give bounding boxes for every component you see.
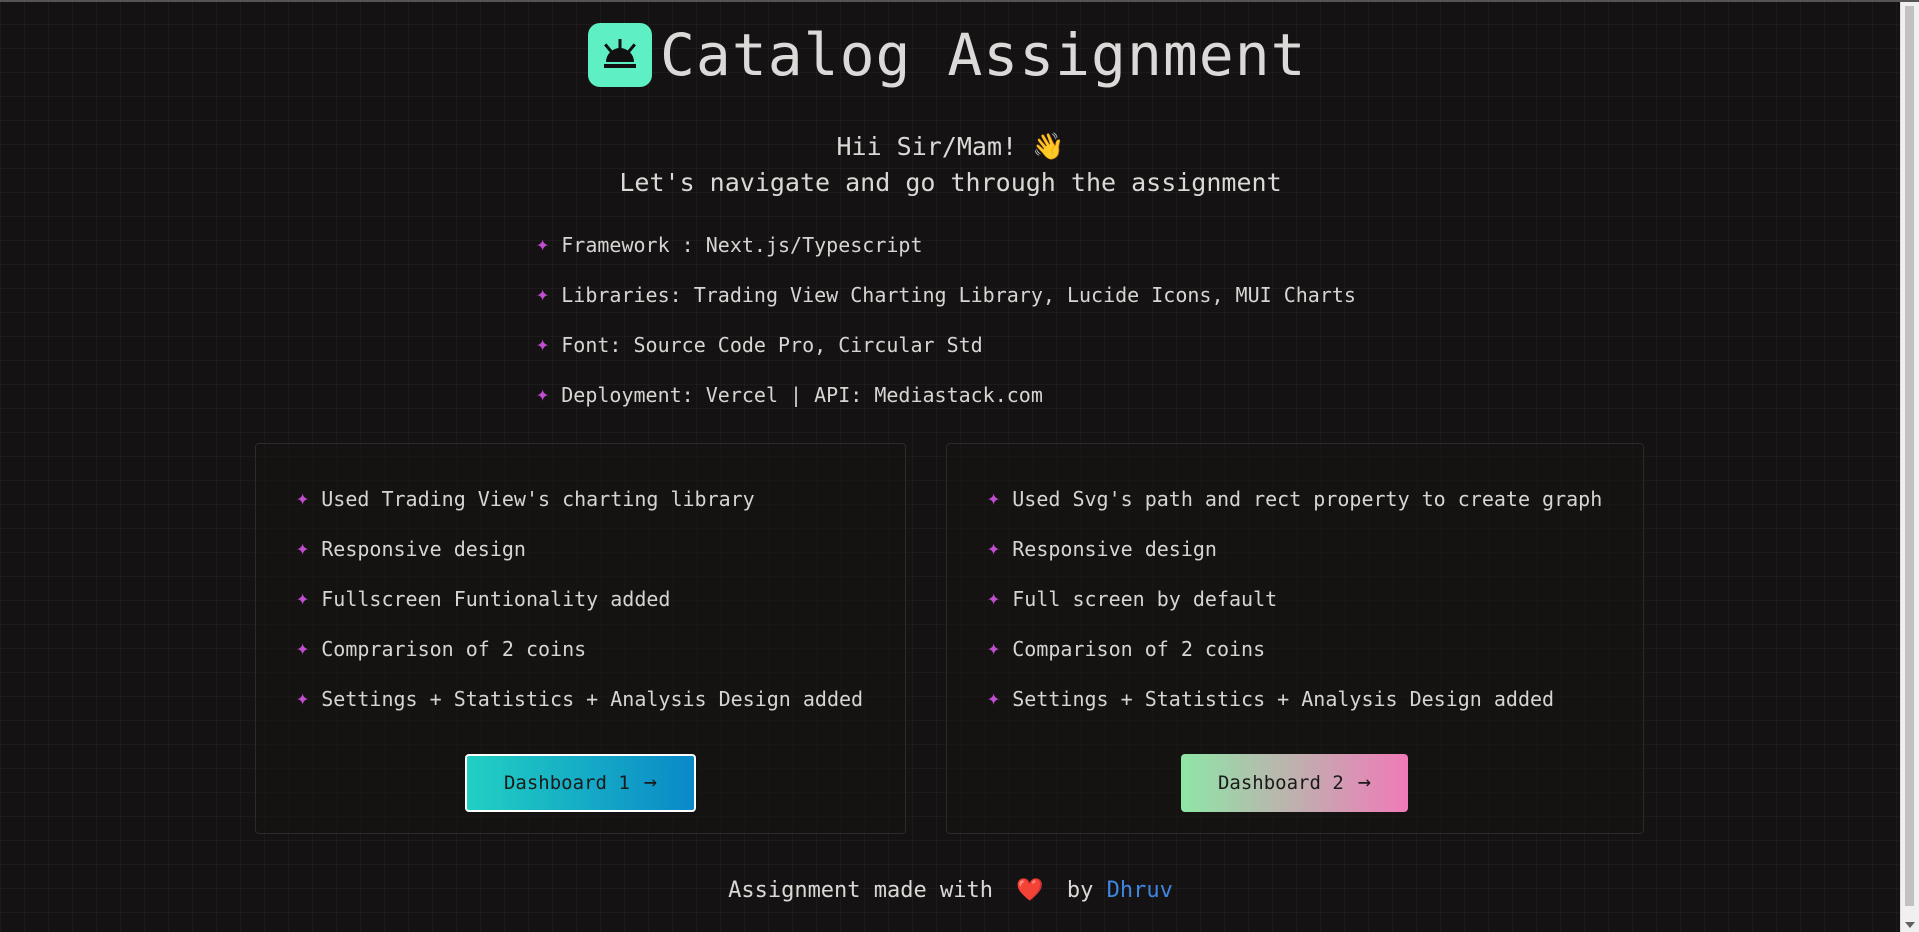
heart-icon: ❤️ <box>1016 878 1044 903</box>
sparkle-icon: ✦ <box>296 636 310 661</box>
sparkle-icon: ✦ <box>536 382 550 407</box>
page-title: Catalog Assignment <box>660 21 1307 89</box>
list-item: ✦ Responsive design <box>296 524 863 574</box>
list-item: ✦ Fullscreen Funtionality added <box>296 574 863 624</box>
subtitle: Let's navigate and go through the assign… <box>619 168 1282 197</box>
feature-list: ✦ Used Svg's path and rect property to c… <box>987 474 1602 724</box>
list-item: ✦ Comprarison of 2 coins <box>296 624 863 674</box>
list-item-text: Comprarison of 2 coins <box>321 637 587 661</box>
list-item-text: Fullscreen Funtionality added <box>321 587 671 611</box>
list-item: ✦ Responsive design <box>987 524 1602 574</box>
dashboard-1-button[interactable]: Dashboard 1 → <box>465 754 696 812</box>
greeting: Hii Sir/Mam! 👋 <box>0 132 1901 162</box>
waving-hand-icon: 👋 <box>1032 132 1065 162</box>
list-item-text: Used Trading View's charting library <box>321 487 755 511</box>
sparkle-icon: ✦ <box>296 486 310 511</box>
sparkle-icon: ✦ <box>536 232 550 257</box>
vertical-scrollbar[interactable] <box>1900 2 1919 932</box>
greeting-text: Hii Sir/Mam! <box>836 132 1018 161</box>
arrow-right-icon: → <box>1357 770 1372 795</box>
list-item: ✦ Deployment: Vercel | API: Mediastack.c… <box>536 370 1356 420</box>
tech-info-list: ✦ Framework : Next.js/Typescript ✦ Libra… <box>536 220 1356 420</box>
list-item: ✦ Libraries: Trading View Charting Libra… <box>536 270 1356 320</box>
list-item-text: Settings + Statistics + Analysis Design … <box>321 687 864 711</box>
list-item: ✦ Font: Source Code Pro, Circular Std <box>536 320 1356 370</box>
sparkle-icon: ✦ <box>536 282 550 307</box>
list-item: ✦ Framework : Next.js/Typescript <box>536 220 1356 270</box>
scroll-down-arrow-icon[interactable] <box>1905 922 1915 928</box>
button-label: Dashboard 2 <box>1217 772 1344 794</box>
footer-by: by <box>1066 878 1094 903</box>
list-item: ✦ Comparison of 2 coins <box>987 624 1602 674</box>
author-link[interactable]: Dhruv <box>1107 878 1173 903</box>
list-item: ✦ Full screen by default <box>987 574 1602 624</box>
dashboard-2-card: ✦ Used Svg's path and rect property to c… <box>946 443 1644 834</box>
list-item: ✦ Used Svg's path and rect property to c… <box>987 474 1602 524</box>
sparkle-icon: ✦ <box>296 536 310 561</box>
footer-text: Assignment made with <box>728 878 993 903</box>
list-item-text: Font: Source Code Pro, Circular Std <box>561 333 983 357</box>
list-item-text: Comparison of 2 coins <box>1012 637 1266 661</box>
list-item-text: Libraries: Trading View Charting Library… <box>561 283 1356 307</box>
page: Catalog Assignment Hii Sir/Mam! 👋 Let's … <box>0 2 1901 932</box>
header: Catalog Assignment <box>588 21 1307 89</box>
sparkle-icon: ✦ <box>296 686 310 711</box>
list-item: ✦ Settings + Statistics + Analysis Desig… <box>987 674 1602 724</box>
feature-list: ✦ Used Trading View's charting library ✦… <box>296 474 863 724</box>
sparkle-icon: ✦ <box>987 586 1001 611</box>
list-item: ✦ Settings + Statistics + Analysis Desig… <box>296 674 863 724</box>
list-item-text: Responsive design <box>1012 537 1217 561</box>
arrow-right-icon: → <box>643 770 658 795</box>
dashboard-2-button[interactable]: Dashboard 2 → <box>1181 754 1408 812</box>
list-item-text: Full screen by default <box>1012 587 1278 611</box>
sunrise-icon <box>588 23 652 87</box>
sparkle-icon: ✦ <box>987 536 1001 561</box>
list-item-text: Used Svg's path and rect property to cre… <box>1012 487 1603 511</box>
sparkle-icon: ✦ <box>987 686 1001 711</box>
list-item: ✦ Used Trading View's charting library <box>296 474 863 524</box>
sparkle-icon: ✦ <box>296 586 310 611</box>
sparkle-icon: ✦ <box>987 486 1001 511</box>
scrollbar-thumb[interactable] <box>1905 6 1914 906</box>
sparkle-icon: ✦ <box>987 636 1001 661</box>
sparkle-icon: ✦ <box>536 332 550 357</box>
list-item-text: Settings + Statistics + Analysis Design … <box>1012 687 1555 711</box>
list-item-text: Deployment: Vercel | API: Mediastack.com <box>561 383 1043 407</box>
dashboard-1-card: ✦ Used Trading View's charting library ✦… <box>255 443 906 834</box>
list-item-text: Responsive design <box>321 537 526 561</box>
button-label: Dashboard 1 <box>503 772 630 794</box>
footer: Assignment made with ❤️ by Dhruv <box>0 878 1901 903</box>
list-item-text: Framework : Next.js/Typescript <box>561 233 923 257</box>
